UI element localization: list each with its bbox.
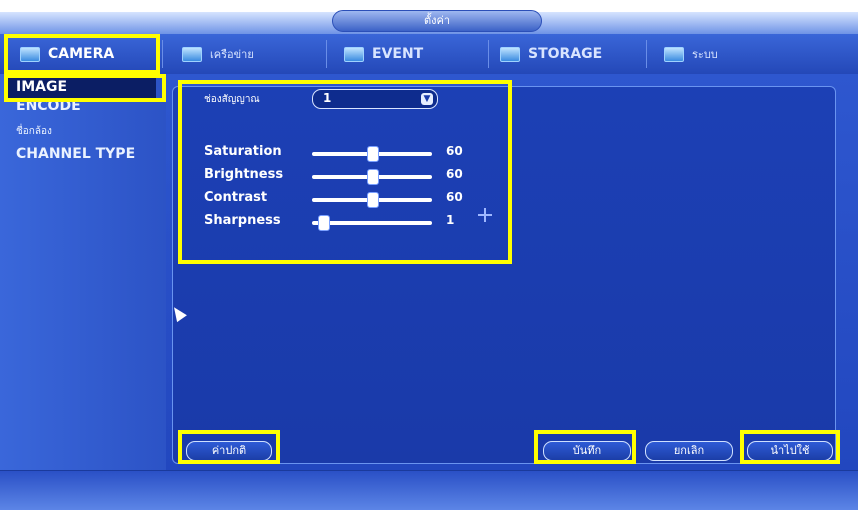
- tab-camera[interactable]: CAMERA: [20, 34, 114, 74]
- camera-icon: [20, 46, 40, 62]
- brightness-value: 60: [446, 167, 463, 181]
- contrast-slider[interactable]: [312, 192, 432, 208]
- saturation-slider-thumb[interactable]: [367, 146, 379, 162]
- contrast-slider-thumb[interactable]: [367, 192, 379, 208]
- channel-select[interactable]: 1 ▼: [312, 89, 438, 109]
- window-title: ตั้งค่า: [332, 10, 542, 32]
- chevron-down-icon: ▼: [421, 93, 433, 105]
- brightness-slider[interactable]: [312, 169, 432, 185]
- tab-separator: [646, 40, 647, 68]
- channel-select-value: 1: [323, 91, 332, 105]
- tab-network-label: เครือข่าย: [210, 48, 254, 61]
- save-button[interactable]: บันทึก: [543, 441, 631, 461]
- tab-system[interactable]: ระบบ: [664, 34, 718, 74]
- tab-storage-label: STORAGE: [528, 46, 603, 62]
- sharpness-slider-thumb[interactable]: [318, 215, 330, 231]
- contrast-label: Contrast: [204, 190, 268, 205]
- tab-camera-label: CAMERA: [48, 46, 115, 62]
- tab-network[interactable]: เครือข่าย: [182, 34, 254, 74]
- sidebar-item-encode[interactable]: ENCODE: [16, 98, 81, 114]
- tab-event-label: EVENT: [372, 46, 424, 62]
- sharpness-value: 1: [446, 213, 455, 227]
- event-icon: [344, 46, 364, 62]
- tab-separator: [326, 40, 327, 68]
- storage-icon: [500, 46, 520, 62]
- default-button[interactable]: ค่าปกติ: [186, 441, 272, 461]
- plus-icon: [478, 208, 492, 222]
- brightness-slider-thumb[interactable]: [367, 169, 379, 185]
- tab-event[interactable]: EVENT: [344, 34, 423, 74]
- tab-separator: [162, 40, 163, 68]
- tab-system-label: ระบบ: [692, 48, 718, 61]
- bottom-bar: [0, 470, 858, 510]
- tab-separator: [488, 40, 489, 68]
- saturation-label: Saturation: [204, 144, 282, 159]
- main-tab-bar: CAMERA เครือข่าย EVENT STORAGE ระบบ: [0, 34, 858, 75]
- sidebar-item-channel-type[interactable]: CHANNEL TYPE: [16, 146, 135, 162]
- channel-label: ช่องสัญญาณ: [204, 94, 260, 105]
- sidebar-item-image[interactable]: IMAGE: [6, 76, 156, 98]
- contrast-value: 60: [446, 190, 463, 204]
- tab-storage[interactable]: STORAGE: [500, 34, 602, 74]
- saturation-value: 60: [446, 144, 463, 158]
- saturation-slider[interactable]: [312, 146, 432, 162]
- sharpness-slider[interactable]: [312, 215, 432, 231]
- network-icon: [182, 46, 202, 62]
- sharpness-label: Sharpness: [204, 213, 281, 228]
- apply-button[interactable]: นำไปใช้: [747, 441, 833, 461]
- system-icon: [664, 46, 684, 62]
- cancel-button[interactable]: ยกเลิก: [645, 441, 733, 461]
- sidebar-item-camera-name[interactable]: ชื่อกล้อง: [16, 124, 52, 139]
- settings-panel: [172, 86, 836, 464]
- brightness-label: Brightness: [204, 167, 284, 182]
